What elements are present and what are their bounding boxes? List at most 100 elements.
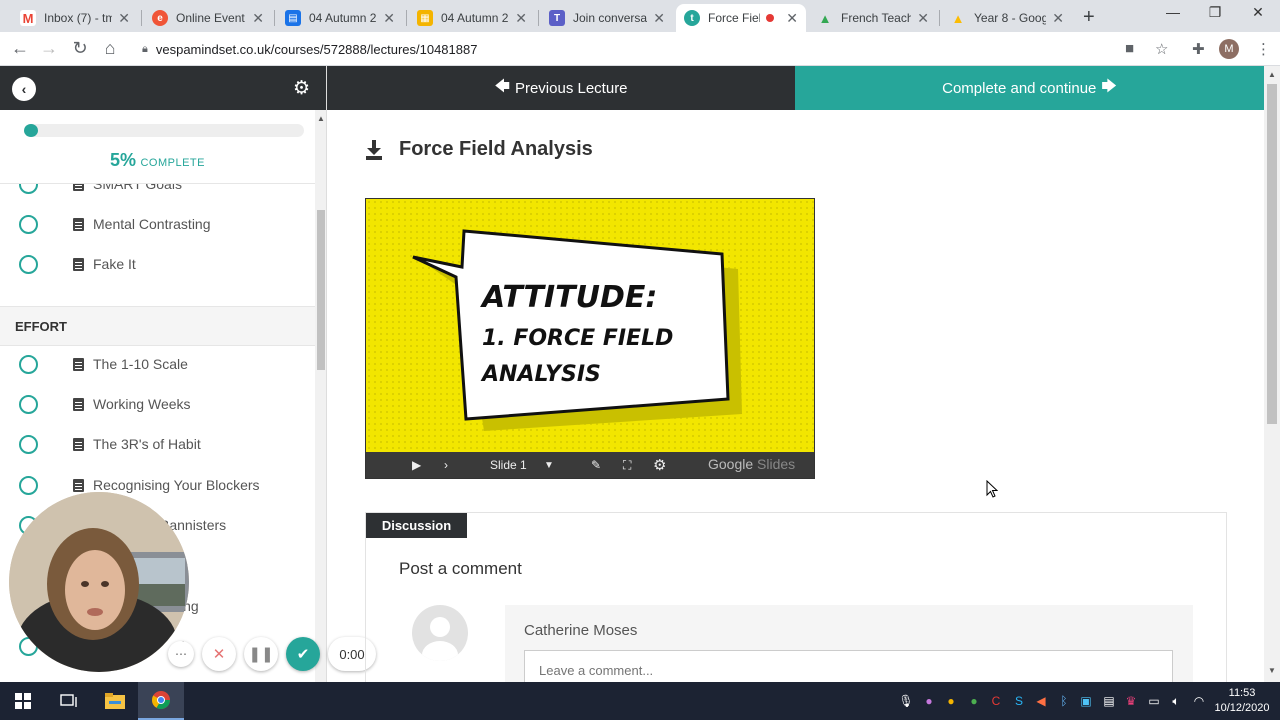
lecture-item[interactable]: Mental Contrasting [0,204,315,244]
file-explorer-button[interactable] [92,682,138,720]
teams-icon: T [549,10,565,26]
arrow-left-icon: 🡄 [494,77,510,95]
tray-app-icon[interactable]: C [988,693,1004,709]
bluetooth-icon[interactable]: ᛒ [1056,693,1072,709]
sidebar-scrollbar[interactable]: ▲ [315,110,326,682]
battery-icon[interactable]: ▭ [1146,693,1162,709]
download-icon[interactable] [365,139,383,161]
scrollbar-thumb[interactable] [317,210,325,370]
slide-image: ATTITUDE: 1. FORCE FIELD ANALYSIS [366,199,814,452]
forward-arrow-icon[interactable]: → [38,38,60,59]
previous-lecture-label: Previous Lecture [514,79,628,97]
home-icon[interactable]: ⌂ [99,38,121,59]
menu-kebab-icon[interactable]: ⋮ [1256,40,1271,58]
chevron-down-icon[interactable]: ▼ [544,460,554,471]
tray-app-icon[interactable]: ● [943,693,959,709]
close-icon[interactable]: ✕ [786,10,798,27]
windows-logo-icon [15,693,31,709]
page-scrollbar[interactable]: ▲ ▼ [1264,66,1280,682]
browser-tab-strip: M Inbox (7) - tm ✕ e Online Event P ✕ ▤ … [0,0,1280,32]
webcam-bubble[interactable] [9,492,189,672]
discussion-tab[interactable]: Discussion [366,513,467,538]
tray-app-icon[interactable]: S [1011,693,1027,709]
tab-docs[interactable]: ▤ 04 Autumn 2 Y ✕ [277,4,403,32]
scroll-down-arrow-icon[interactable]: ▼ [1264,666,1280,675]
camera-icon[interactable]: ■ [1125,40,1134,57]
google-slides-embed[interactable]: ATTITUDE: 1. FORCE FIELD ANALYSIS ▶ › Sl… [365,198,815,479]
close-icon[interactable]: ✕ [252,10,264,27]
gear-icon[interactable]: ⚙ [293,77,310,100]
complete-continue-label: Complete and continue [942,79,1097,97]
fullscreen-icon[interactable]: ⛶ [623,458,631,473]
progress-text: 5% COMPLETE [0,150,315,171]
finish-recording-button[interactable]: ✔ [286,637,320,671]
volume-icon[interactable]: 🔈︎ [1168,693,1184,709]
section-title: EFFORT [15,319,67,334]
close-icon[interactable]: ✕ [118,10,130,27]
docs-icon: ▤ [285,10,301,26]
address-bar[interactable]: 🔒︎ vespamindset.co.uk/courses/572888/lec… [132,35,1182,63]
scroll-up-arrow-icon[interactable]: ▲ [1264,70,1280,79]
reload-icon[interactable]: ↻ [69,38,91,59]
tray-app-icon[interactable]: ▣ [1078,693,1094,709]
restore-button[interactable]: ❐ [1200,4,1230,21]
tray-app-icon[interactable]: ▤ [1101,693,1117,709]
recording-indicator-icon [766,14,775,22]
close-icon[interactable]: ✕ [383,10,395,27]
complete-and-continue-button[interactable]: Complete and continue 🡆 [795,66,1264,110]
window-close-button[interactable]: ✕ [1243,4,1273,21]
bookmark-star-icon[interactable]: ☆ [1155,40,1168,58]
lecture-item[interactable]: Fake It [0,244,315,284]
post-comment-heading: Post a comment [399,559,522,578]
tab-year8[interactable]: ▲ Year 8 - Googl ✕ [942,4,1072,32]
brand-google: Google [708,456,754,472]
task-view-button[interactable] [46,682,92,720]
close-icon[interactable]: ✕ [515,10,527,27]
scroll-up-arrow-icon[interactable]: ▲ [315,114,326,123]
incomplete-circle-icon [19,354,38,374]
system-clock[interactable]: 11:53 10/12/2020 [1211,686,1273,716]
chrome-tray-icon[interactable]: ● [966,693,982,709]
lecture-name: The 3R's of Habit [93,436,201,452]
tab-teams[interactable]: T Join conversat ✕ [541,4,673,32]
tray-app-icon[interactable]: ◀ [1033,693,1049,709]
tray-app-icon[interactable]: ♛ [1123,693,1139,709]
new-tab-button[interactable]: + [1083,6,1095,29]
close-icon[interactable]: ✕ [917,10,929,27]
tab-classroom[interactable]: ▦ 04 Autumn 2 Y ✕ [409,4,535,32]
gear-icon[interactable]: ⚙ [653,456,666,474]
scrollbar-thumb[interactable] [1267,84,1277,424]
play-icon[interactable]: ▶ [412,458,421,472]
back-arrow-icon[interactable]: ← [9,38,31,59]
close-icon[interactable]: ✕ [1052,10,1064,27]
incomplete-circle-icon [19,434,38,454]
previous-lecture-button[interactable]: 🡄 Previous Lecture [327,66,795,110]
pause-recording-button[interactable]: ❚❚ [244,637,278,671]
cancel-recording-button[interactable]: ✕ [202,637,236,671]
tab-french-teacher[interactable]: ▲ French Teache ✕ [809,4,937,32]
google-slides-logo: Google Slides [708,456,795,472]
profile-avatar[interactable]: M [1219,39,1239,59]
arrow-right-icon: 🡆 [1101,77,1117,95]
lecture-item[interactable]: The 1-10 Scale [0,344,315,384]
chrome-taskbar-button[interactable] [138,682,184,720]
more-options-icon[interactable]: ⋯ [168,641,194,667]
back-chevron-icon[interactable]: ‹ [12,77,36,101]
extensions-icon[interactable]: ✚ [1192,40,1205,58]
next-slide-icon[interactable]: › [444,458,448,472]
minimize-button[interactable]: — [1158,4,1188,20]
tab-gmail[interactable]: M Inbox (7) - tm ✕ [12,4,138,32]
lecture-item[interactable]: The 3R's of Habit [0,424,315,464]
tab-force-field-active[interactable]: t Force Field ✕ [676,4,806,32]
start-button[interactable] [0,682,46,720]
lecture-item[interactable]: Recognising Your Blockers [0,465,315,505]
lecture-item[interactable]: Working Weeks [0,384,315,424]
wifi-icon[interactable]: ◠ [1191,693,1207,709]
slide-selector[interactable]: Slide 1 [490,458,527,472]
tray-app-icon[interactable]: ● [921,693,937,709]
microphone-icon[interactable]: 🎙︎ [898,693,914,709]
tab-eventbrite[interactable]: e Online Event P ✕ [144,4,272,32]
pen-icon[interactable]: ✎ [591,458,601,472]
document-icon [73,217,84,231]
close-icon[interactable]: ✕ [653,10,665,27]
